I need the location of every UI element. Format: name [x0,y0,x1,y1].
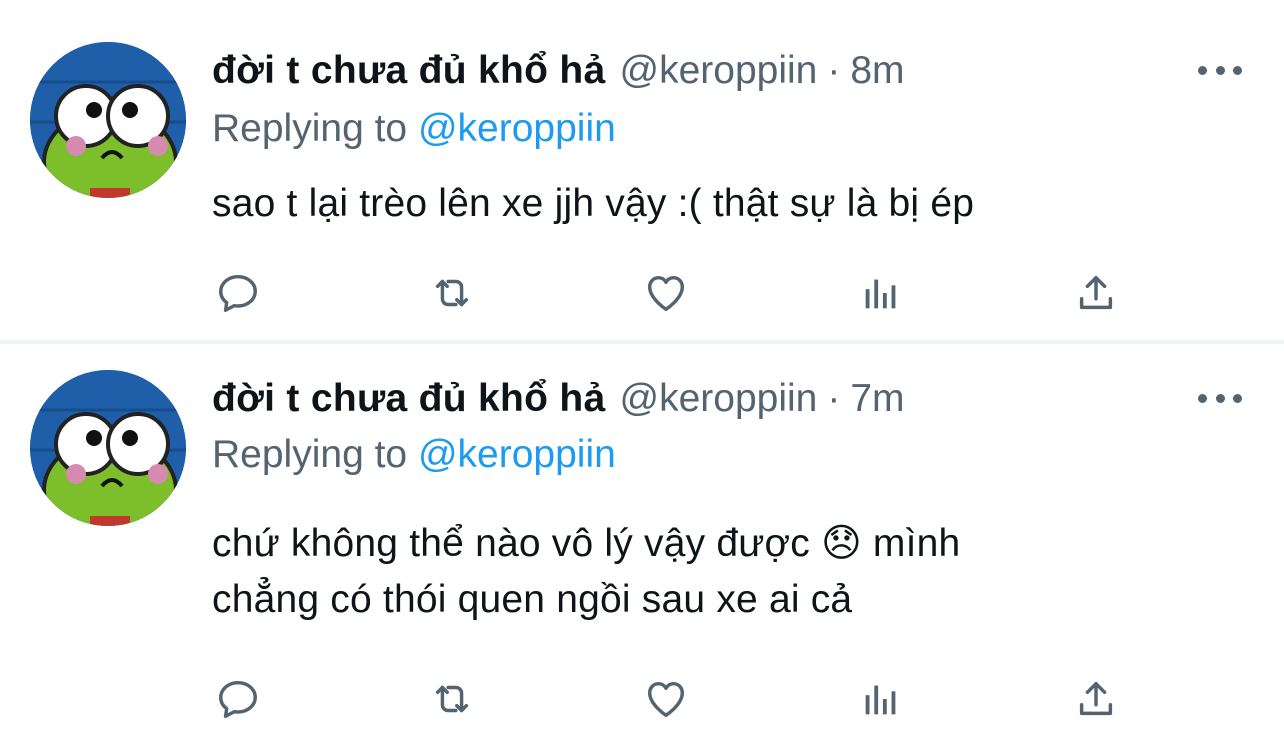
mention-link[interactable]: @keroppiin [418,433,616,476]
tweet[interactable]: đời t chưa đủ khổ hả @keroppiin · 8m Replyi… [0,0,1284,340]
analytics-icon[interactable] [855,674,907,724]
like-icon[interactable] [640,268,692,318]
tweet-text-line: chứ không thể nào vô lý vậy được 😞 mình [212,522,961,565]
separator: · [827,377,841,420]
keroppi-avatar-image [30,42,186,198]
analytics-icon[interactable] [855,268,907,318]
separator: · [827,49,841,92]
replying-to: Replying to @keroppiin [212,432,616,478]
tweet-text: sao t lại trèo lên xe jjh vậy :( thật sự… [212,176,974,232]
user-handle[interactable]: @keroppiin [620,377,818,420]
share-icon[interactable] [1070,268,1122,318]
tweet-header: đời t chưa đủ khổ hả @keroppiin · 7m [212,376,905,422]
like-icon[interactable] [640,674,692,724]
display-name[interactable]: đời t chưa đủ khổ hả [212,377,606,420]
replying-to-label: Replying to [212,107,408,150]
user-handle[interactable]: @keroppiin [620,49,818,92]
tweet-text-line: sao t lại trèo lên xe jjh vậy :( thật sự… [212,182,975,225]
avatar[interactable] [30,370,186,526]
keroppi-avatar-image [30,370,186,526]
reply-icon[interactable] [212,268,264,318]
display-name[interactable]: đời t chưa đủ khổ hả [212,49,606,92]
tweet-text: chứ không thể nào vô lý vậy được 😞 mình … [212,516,960,628]
timestamp[interactable]: 8m [850,49,904,92]
replying-to: Replying to @keroppiin [212,106,616,152]
tweet-actions [212,674,1132,724]
timestamp[interactable]: 7m [850,377,904,420]
avatar[interactable] [30,42,186,198]
more-options-icon[interactable] [1198,58,1242,82]
mention-link[interactable]: @keroppiin [418,107,616,150]
replying-to-label: Replying to [212,433,408,476]
share-icon[interactable] [1070,674,1122,724]
more-options-icon[interactable] [1198,386,1242,410]
tweet[interactable]: đời t chưa đủ khổ hả @keroppiin · 7m Replyi… [0,344,1284,742]
tweet-actions [212,268,1132,318]
retweet-icon[interactable] [426,674,478,724]
retweet-icon[interactable] [426,268,478,318]
tweet-header: đời t chưa đủ khổ hả @keroppiin · 8m [212,48,905,94]
tweet-text-line: chẳng có thói quen ngồi sau xe ai cả [212,578,853,621]
reply-icon[interactable] [212,674,264,724]
